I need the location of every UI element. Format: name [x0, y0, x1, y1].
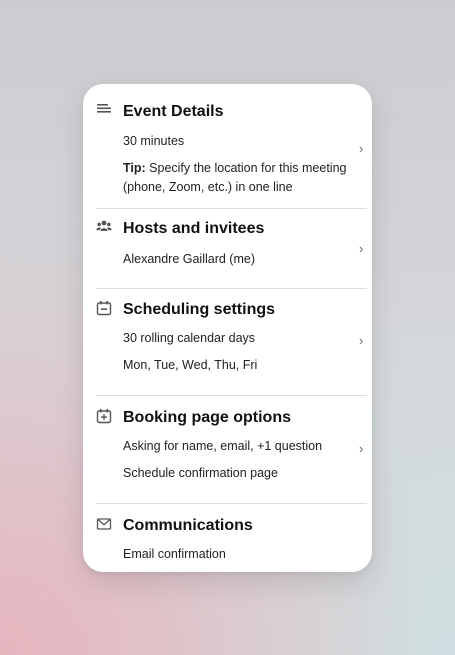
- scheduling-title: Scheduling settings: [123, 301, 276, 318]
- chevron-right-icon: ›: [359, 441, 364, 456]
- booking-confirmation: Schedule confirmation page: [123, 466, 278, 480]
- communications-section[interactable]: Communications Email confirmation: [83, 504, 372, 572]
- calendar-plus-icon: [96, 408, 112, 424]
- event-location-tip: Tip: Specify the location for this meeti…: [123, 159, 363, 197]
- host-name: Alexandre Gaillard (me): [123, 252, 255, 266]
- tip-text: Specify the location for this meeting (p…: [123, 161, 347, 194]
- booking-section[interactable]: Booking page options Asking for name, em…: [83, 396, 372, 503]
- booking-title: Booking page options: [123, 409, 291, 426]
- chevron-right-icon: ›: [359, 241, 364, 256]
- calendar-minus-icon: [96, 300, 112, 316]
- hosts-section[interactable]: Hosts and invitees Alexandre Gaillard (m…: [83, 209, 372, 288]
- envelope-icon: [96, 516, 112, 532]
- chevron-right-icon: ›: [359, 333, 364, 348]
- scheduling-section[interactable]: Scheduling settings 30 rolling calendar …: [83, 289, 372, 395]
- communications-title: Communications: [123, 517, 253, 534]
- communications-email: Email confirmation: [123, 547, 226, 561]
- booking-questions: Asking for name, email, +1 question: [123, 439, 323, 453]
- event-details-section[interactable]: Event Details 30 minutes Tip: Specify th…: [83, 84, 372, 208]
- hosts-title: Hosts and invitees: [123, 220, 265, 237]
- scheduling-days: Mon, Tue, Wed, Thu, Fri: [123, 358, 258, 372]
- chevron-right-icon: ›: [359, 141, 364, 156]
- scheduling-range: 30 rolling calendar days: [123, 331, 256, 345]
- event-duration: 30 minutes: [123, 134, 185, 148]
- tip-label: Tip:: [123, 161, 146, 175]
- event-details-title: Event Details: [123, 103, 224, 120]
- people-icon: [96, 219, 112, 235]
- event-settings-card: Event Details 30 minutes Tip: Specify th…: [83, 84, 372, 572]
- text-lines-icon: [96, 102, 112, 118]
